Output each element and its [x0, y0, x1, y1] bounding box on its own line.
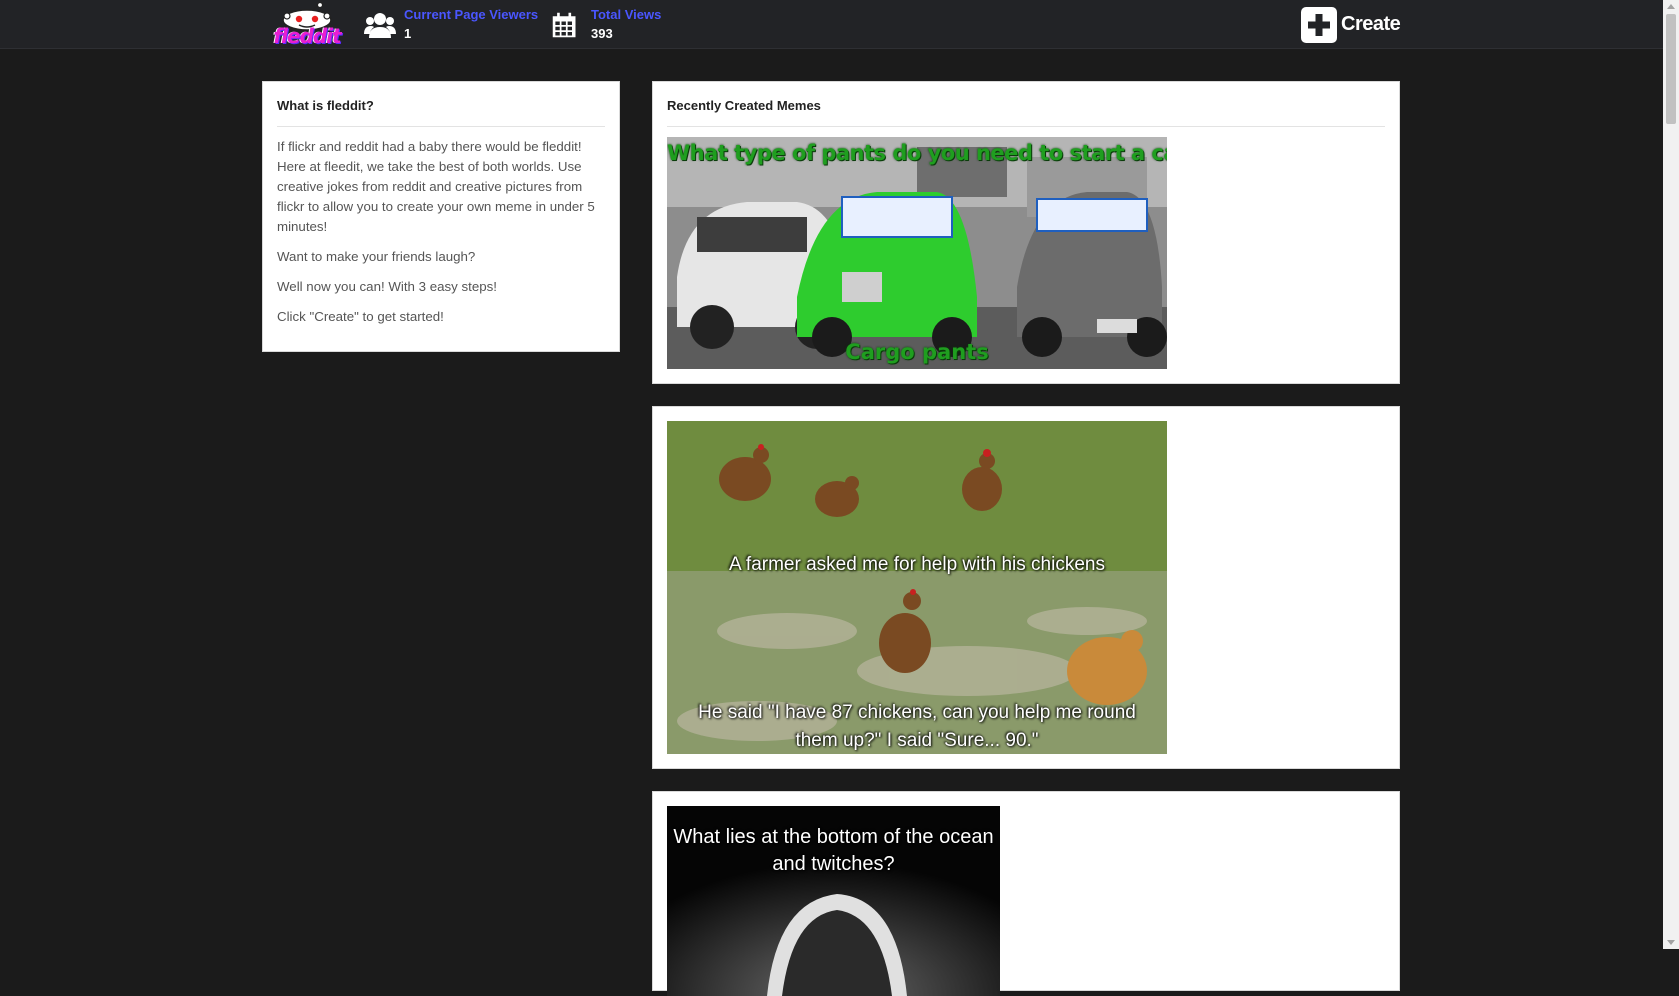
- meme-bottom-caption: Cargo pants: [845, 340, 989, 364]
- meme-card: What lies at the bottom of the ocean and…: [652, 791, 1400, 996]
- create-button-label: Create: [1341, 13, 1401, 35]
- scroll-down-arrow-icon[interactable]: [1667, 940, 1675, 945]
- recent-memes-panel: Recently Created Memes What type of pant…: [652, 81, 1400, 384]
- create-button[interactable]: Create: [1301, 6, 1403, 44]
- about-body: If flickr and reddit had a baby there wo…: [277, 137, 607, 337]
- meme-image[interactable]: A farmer asked me for help with his chic…: [667, 421, 1167, 754]
- about-paragraph: Click "Create" to get started!: [277, 309, 444, 324]
- total-views-label[interactable]: Total Views: [591, 7, 661, 22]
- meme-top-caption: What lies at the bottom of the ocean and…: [673, 826, 994, 875]
- current-viewers-label[interactable]: Current Page Viewers: [404, 7, 538, 22]
- meme-top-caption: What type of pants do you need to start …: [667, 141, 1167, 165]
- calendar-icon: [552, 12, 576, 38]
- total-views-count: 393: [591, 26, 613, 41]
- recent-memes-title: Recently Created Memes: [667, 98, 1385, 127]
- logo-wordmark: fleddit: [273, 24, 341, 48]
- meme-top-caption: A farmer asked me for help with his chic…: [729, 554, 1105, 575]
- scroll-up-arrow-icon[interactable]: [1667, 4, 1675, 9]
- users-icon: [364, 13, 396, 38]
- page-scrollbar[interactable]: [1663, 0, 1679, 949]
- total-views-stat: Total Views 393: [551, 6, 671, 42]
- meme-image[interactable]: What lies at the bottom of the ocean and…: [667, 806, 1000, 996]
- scroll-thumb[interactable]: [1666, 14, 1676, 124]
- cars-scene: [667, 137, 1167, 369]
- meme-image[interactable]: What type of pants do you need to start …: [667, 137, 1167, 369]
- current-viewers-count: 1: [404, 26, 412, 41]
- fleddit-logo[interactable]: fleddit: [261, 2, 353, 46]
- about-paragraph: Well now you can! With 3 easy steps!: [277, 279, 497, 294]
- about-paragraph: If flickr and reddit had a baby there wo…: [277, 139, 595, 234]
- about-title: What is fleddit?: [277, 98, 605, 127]
- plus-square-icon: [1301, 7, 1337, 43]
- meme-card: A farmer asked me for help with his chic…: [652, 406, 1400, 769]
- top-navbar: fleddit Current Page Viewers 1 Total Vie…: [0, 0, 1663, 49]
- about-paragraph: Want to make your friends laugh?: [277, 249, 476, 264]
- meme-bottom-caption: He said "I have 87 chickens, can you hel…: [698, 702, 1136, 751]
- about-panel: What is fleddit? If flickr and reddit ha…: [262, 81, 620, 352]
- current-viewers-stat: Current Page Viewers 1: [364, 6, 554, 42]
